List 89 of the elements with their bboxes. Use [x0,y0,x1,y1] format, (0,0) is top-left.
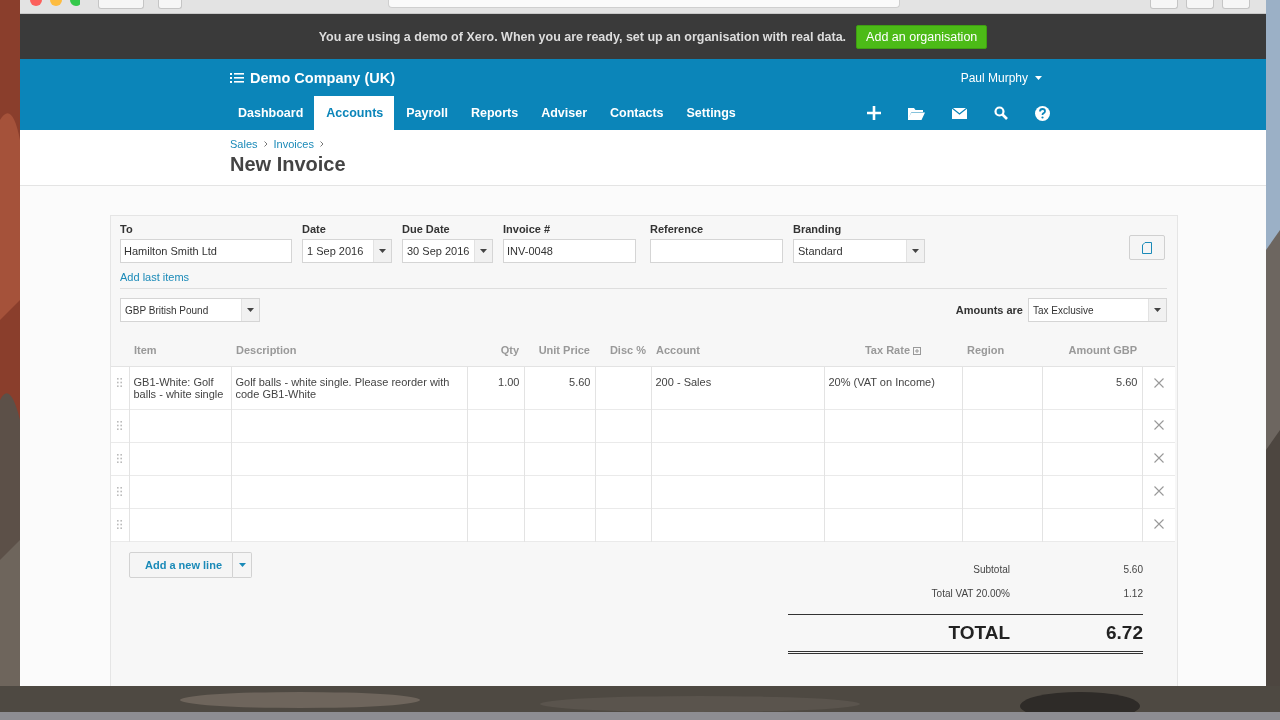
toolbar-button[interactable] [1222,0,1250,9]
nav-tab[interactable]: Accounts [314,96,395,130]
table-cell: 1.00 [498,375,520,388]
column-header: Account [656,344,700,357]
total-value: 6.72 [1105,621,1143,644]
nav-tab[interactable]: Payroll [394,96,459,130]
menu-icon[interactable] [230,71,244,84]
total-label: Subtotal [973,563,1010,577]
dropdown[interactable]: 1 Sep 2016 [302,239,392,263]
breadcrumb-link[interactable]: Invoices [273,138,314,150]
caret-icon [238,562,246,567]
delete-icon[interactable] [1153,485,1164,496]
field-label: To [120,223,134,237]
column-header[interactable]: Tax Rate [864,344,910,357]
caret-icon[interactable] [480,249,487,253]
total-label: Total VAT 20.00% [931,587,1010,601]
nav-tab[interactable]: Dashboard [230,96,315,130]
field-label: Reference [650,223,705,237]
toolbar-button[interactable] [1150,0,1178,9]
add-line-menu-button[interactable] [233,551,252,578]
toolbar-button[interactable] [1186,0,1214,9]
drag-handle-icon[interactable] [117,519,122,529]
nav-tab[interactable]: Contacts [598,96,675,130]
column-header: Qty [500,344,519,357]
table-cell: 20% (VAT on Income) [828,375,935,388]
chevron-icon [263,141,268,147]
company-name[interactable]: Demo Company (UK) [250,69,395,86]
field-label: Amounts are [955,304,1023,316]
add-line-button[interactable]: Add a new line [129,551,233,578]
drag-handle-icon[interactable] [117,453,122,463]
field-label: Due Date [402,223,451,237]
caret-icon[interactable] [379,249,386,253]
search-icon[interactable] [994,106,1008,120]
help-icon[interactable] [1035,105,1050,121]
input-field[interactable]: Hamilton Smith Ltd [120,239,292,263]
table-cell: 5.60 [569,375,591,388]
caret-icon[interactable] [1154,308,1161,312]
column-header: Unit Price [538,344,590,357]
delete-icon[interactable] [1153,377,1164,388]
table-cell: GB1-White: Golf balls - white single [133,375,224,400]
delete-icon[interactable] [1153,419,1164,430]
column-header: Amount GBP [1068,344,1137,357]
breadcrumb-link[interactable]: Sales [230,138,258,150]
browser-nav-button[interactable] [98,0,144,9]
field-label: Date [302,223,327,237]
caret-icon[interactable] [1035,75,1042,80]
tax-dropdown[interactable]: Tax Exclusive [1028,298,1167,322]
column-header: Description [236,344,297,357]
sidebar-button[interactable] [158,0,182,9]
nav-tab[interactable]: Adviser [529,96,599,130]
nav-tab[interactable]: Settings [674,96,747,130]
demo-message: You are using a demo of Xero. When you are ready, set up an organisation with real data. [318,29,847,44]
address-bar[interactable] [388,0,900,8]
currency-dropdown[interactable]: GBP British Pound [120,298,260,322]
column-header: Disc % [609,344,646,357]
dropdown[interactable]: 30 Sep 2016 [402,239,493,263]
dropdown[interactable]: Standard [793,239,925,263]
drag-handle-icon[interactable] [117,420,122,430]
total-label: TOTAL [948,621,1010,644]
input-field[interactable] [650,239,783,263]
user-menu[interactable]: Paul Murphy [960,70,1028,85]
field-label: Branding [793,223,843,237]
drag-handle-icon[interactable] [117,377,122,387]
nav-tab[interactable]: Reports [458,96,530,130]
document-icon [1142,241,1152,254]
caret-icon[interactable] [912,249,919,253]
drag-handle-icon[interactable] [117,486,122,496]
copy-button[interactable] [1129,235,1165,260]
column-header: Region [967,344,1005,357]
mail-icon[interactable] [952,107,967,119]
caret-icon[interactable] [247,308,254,312]
table-cell: 5.60 [1116,375,1138,388]
input-field[interactable]: INV-0048 [503,239,636,263]
window-controls-icon[interactable] [30,0,80,8]
table-cell: 200 - Sales [655,375,712,388]
delete-icon[interactable] [1153,518,1164,529]
add-last-items-link[interactable]: Add last items [120,271,190,283]
column-header: Item [134,344,157,357]
plus-icon[interactable] [867,106,881,120]
expand-icon[interactable] [913,347,921,356]
delete-icon[interactable] [1153,452,1164,463]
table-cell: Golf balls - white single. Please reorder with code GB1-White [235,375,450,400]
folder-icon[interactable] [908,106,925,120]
total-value: 5.60 [1122,563,1143,577]
total-value: 1.12 [1122,587,1143,601]
field-label: Invoice # [503,223,552,237]
add-organisation-button[interactable]: Add an organisation [856,24,988,49]
page-title: New Invoice [230,153,347,176]
chevron-icon [319,141,324,147]
